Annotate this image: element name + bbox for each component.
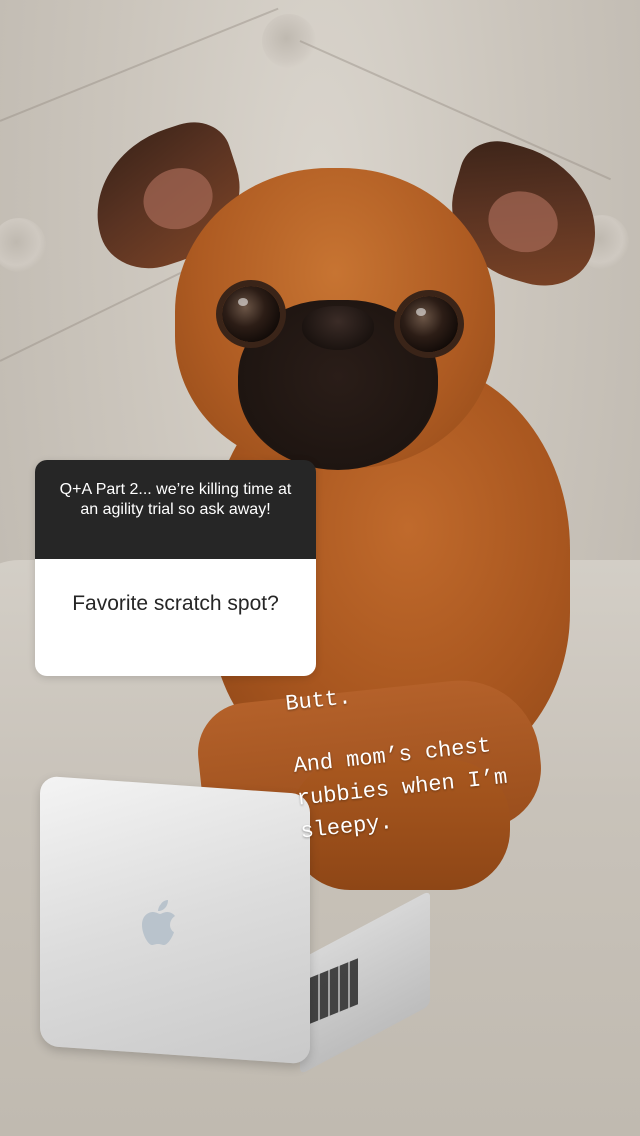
- apple-logo-icon: [142, 900, 175, 945]
- question-sticker[interactable]: Q+A Part 2... we’re killing time at an a…: [35, 460, 316, 676]
- dog-nose: [302, 306, 374, 350]
- cushion-tuft: [262, 14, 316, 68]
- cushion-seam: [0, 7, 279, 122]
- dog-right-eye: [400, 296, 458, 352]
- question-sticker-answer: Favorite scratch spot?: [35, 559, 316, 676]
- question-sticker-prompt: Q+A Part 2... we’re killing time at an a…: [35, 460, 316, 559]
- cushion-tuft: [0, 218, 46, 272]
- eye-glint: [238, 298, 248, 306]
- eye-glint: [416, 308, 426, 316]
- dog-ear-inner: [481, 183, 565, 261]
- story-canvas: Q+A Part 2... we’re killing time at an a…: [0, 0, 640, 1136]
- dog-left-eye: [222, 286, 280, 342]
- cushion-seam: [299, 40, 612, 181]
